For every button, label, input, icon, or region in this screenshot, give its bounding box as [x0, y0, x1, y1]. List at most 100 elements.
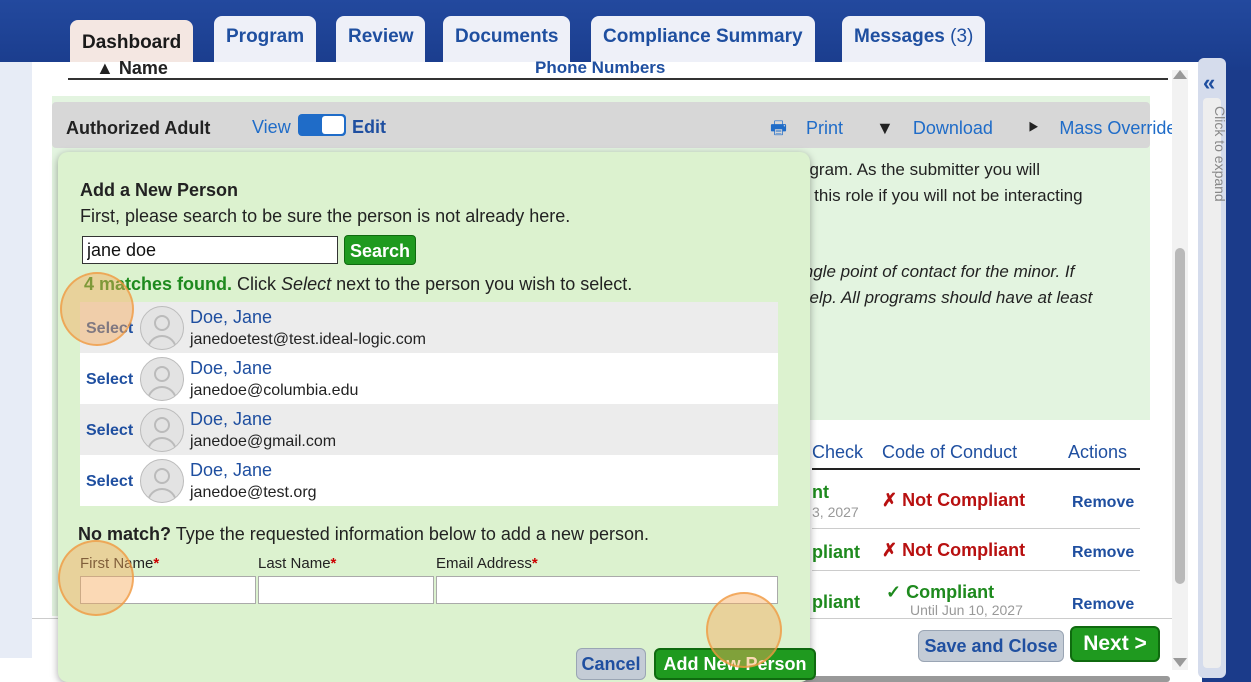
check-status: nt [812, 482, 829, 502]
select-button[interactable]: Select [86, 473, 133, 491]
result-row: Select Doe, Jane janedoe@gmail.com [80, 404, 778, 455]
search-button[interactable]: Search [344, 235, 416, 265]
matches-text: Click [237, 274, 282, 294]
last-name-label-text: Last Name [258, 555, 331, 572]
th-code-of-conduct: Code of Conduct [882, 442, 1018, 462]
result-row: Select Doe, Jane janedoe@columbia.edu [80, 353, 778, 404]
expand-label: Click to expand [1212, 106, 1228, 202]
code-status: ✓ Compliant [886, 582, 994, 603]
double-chevron-icon: ⯈ [1025, 118, 1041, 138]
view-edit-toggle[interactable] [298, 114, 346, 136]
result-row: Select Doe, Jane janedoetest@test.ideal-… [80, 302, 778, 353]
code-status-label: Not Compliant [902, 540, 1026, 560]
remove-link[interactable]: Remove [1072, 596, 1134, 614]
x-icon: ✗ [882, 490, 898, 510]
check-date: 3, 2027 [812, 504, 859, 520]
required-mark: * [531, 555, 538, 572]
info-italic-line: help. All programs should have at least [800, 288, 1093, 307]
save-and-close-button[interactable]: Save and Close [918, 630, 1064, 662]
click-indicator [58, 540, 134, 616]
email-label-text: Email Address [436, 555, 532, 572]
no-match-instruction: Type the requested information below to … [171, 524, 649, 544]
download-label: Download [912, 118, 993, 138]
printer-icon: 🖶 [770, 118, 787, 138]
select-button[interactable]: Select [86, 371, 133, 389]
search-results: Select Doe, Jane janedoetest@test.ideal-… [80, 302, 778, 506]
code-status-label: Not Compliant [902, 490, 1026, 510]
message-count: (3) [950, 26, 974, 47]
code-status-label: Compliant [906, 582, 995, 602]
triangle-down-icon: ▼ [876, 118, 894, 138]
code-status: ✗ Not Compliant [882, 540, 1025, 561]
code-status: ✗ Not Compliant [882, 490, 1025, 511]
cancel-button[interactable]: Cancel [576, 648, 646, 680]
print-label: Print [806, 118, 844, 138]
dialog-title: Add a New Person [80, 180, 239, 200]
double-chevron-left-icon[interactable]: « [1203, 70, 1215, 96]
matches-text-em: Select [281, 274, 332, 294]
person-name: Doe, Jane [190, 307, 273, 327]
person-email: janedoe@columbia.edu [190, 382, 359, 399]
header-divider [68, 78, 1168, 80]
tab-compliance-summary[interactable]: Compliance Summary [591, 16, 815, 64]
column-phone-header: Phone Numbers [535, 58, 666, 77]
remove-link[interactable]: Remove [1072, 494, 1134, 512]
check-status: pliant [812, 592, 860, 612]
x-icon: ✗ [882, 540, 898, 560]
download-link[interactable]: ▼ Download [876, 118, 1007, 138]
check-status: pliant [812, 542, 860, 562]
scroll-thumb[interactable] [1175, 248, 1185, 584]
print-link[interactable]: 🖶 Print [770, 118, 857, 138]
mass-override-link[interactable]: ⯈ Mass Override [1026, 118, 1190, 138]
view-label: View [252, 117, 291, 137]
scroll-up-icon[interactable] [1173, 70, 1187, 79]
info-text-line: n this role if you will not be interacti… [800, 186, 1083, 205]
section-title: Authorized Adult [66, 118, 211, 138]
dialog-instruction: First, please search to be sure the pers… [80, 206, 571, 226]
search-input[interactable] [82, 236, 338, 264]
tab-documents[interactable]: Documents [443, 16, 571, 64]
no-match-text: No match? Type the requested information… [78, 524, 649, 545]
matches-summary: 4 matches found. Click Select next to th… [84, 274, 632, 295]
avatar-body [147, 488, 177, 502]
info-text-line: ogram. As the submitter you will [800, 160, 1040, 179]
matches-text: next to the person you wish to select. [331, 274, 633, 294]
vertical-scrollbar[interactable] [1172, 70, 1188, 670]
scroll-down-icon[interactable] [1173, 658, 1187, 667]
email-label: Email Address* [436, 555, 538, 572]
th-actions: Actions [1068, 442, 1128, 462]
avatar-body [147, 335, 177, 349]
mass-override-label: Mass Override [1059, 118, 1177, 138]
avatar-head [154, 417, 170, 433]
th-check: Check [812, 442, 864, 462]
required-mark: * [330, 555, 337, 572]
info-italic-line: ingle point of contact for the minor. If [800, 262, 1075, 281]
person-email: janedoe@test.org [190, 484, 317, 501]
avatar-head [154, 366, 170, 382]
select-button[interactable]: Select [86, 422, 133, 440]
person-email: janedoetest@test.ideal-logic.com [190, 331, 426, 348]
result-row: Select Doe, Jane janedoe@test.org [80, 455, 778, 506]
remove-link[interactable]: Remove [1072, 544, 1134, 562]
tab-review[interactable]: Review [336, 16, 426, 64]
person-name: Doe, Jane [190, 460, 273, 480]
section-actions: 🖶 Print ▼ Download ⯈ Mass Override [770, 116, 1204, 146]
avatar-head [154, 315, 170, 331]
compliance-until: Until Jun 10, 2027 [910, 602, 1023, 618]
column-name-label: Name [118, 58, 168, 78]
avatar-body [147, 437, 177, 451]
avatar [140, 408, 184, 452]
tab-program[interactable]: Program [214, 16, 317, 64]
next-button[interactable]: Next > [1070, 626, 1160, 662]
tab-messages[interactable]: Messages (3) [842, 16, 986, 64]
person-name: Doe, Jane [190, 358, 273, 378]
person-name: Doe, Jane [190, 409, 273, 429]
avatar-head [154, 468, 170, 484]
column-name-header: ▲ Name [96, 58, 168, 78]
last-name-field[interactable] [258, 576, 434, 604]
left-edge [0, 62, 32, 662]
avatar [140, 459, 184, 503]
check-icon: ✓ [886, 582, 902, 602]
table-header-line [812, 468, 1140, 470]
person-email: janedoe@gmail.com [190, 433, 337, 450]
